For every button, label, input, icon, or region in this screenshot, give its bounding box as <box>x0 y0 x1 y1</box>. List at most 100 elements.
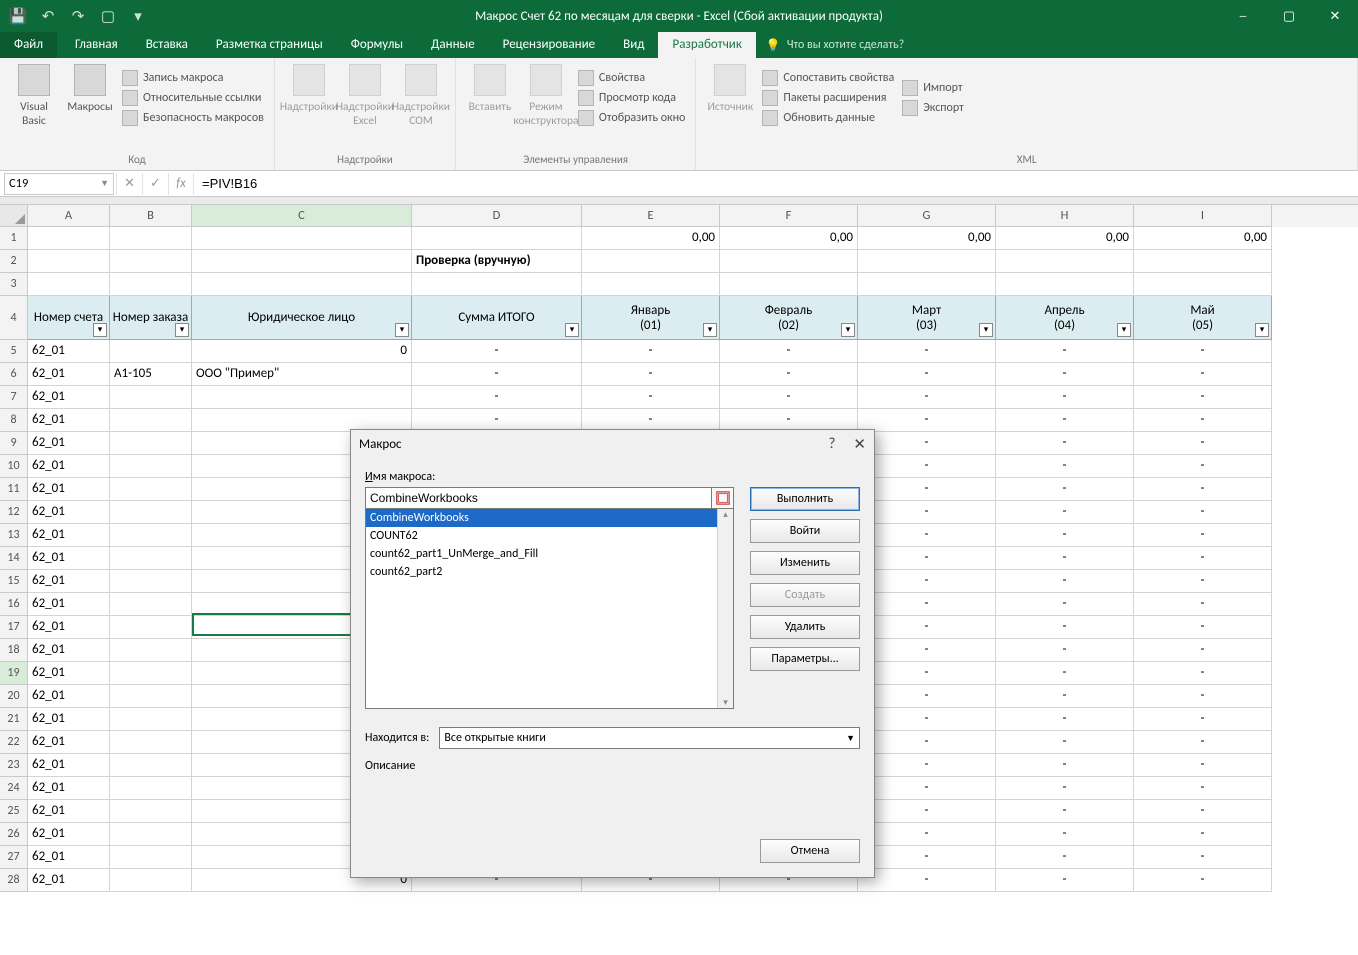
cell[interactable] <box>858 250 996 273</box>
rb-relative-refs[interactable]: Относительные ссылки <box>118 88 268 108</box>
cell[interactable]: - <box>858 754 996 777</box>
cell[interactable] <box>110 250 192 273</box>
cell[interactable]: 0,00 <box>720 227 858 250</box>
cell[interactable]: - <box>1134 846 1272 869</box>
rb-import[interactable]: Импорт <box>898 78 968 98</box>
cell[interactable] <box>110 616 192 639</box>
cell[interactable]: - <box>858 478 996 501</box>
cell[interactable]: - <box>858 363 996 386</box>
cell[interactable]: - <box>858 708 996 731</box>
select-all-corner[interactable] <box>0 205 28 227</box>
dialog-close[interactable]: ✕ <box>853 435 866 454</box>
rb-design-mode[interactable]: Режим конструктора <box>518 62 574 128</box>
cell[interactable] <box>996 250 1134 273</box>
cell[interactable]: - <box>582 386 720 409</box>
cell[interactable]: - <box>996 754 1134 777</box>
tab-Разметка страницы[interactable]: Разметка страницы <box>202 32 337 58</box>
cell[interactable] <box>110 501 192 524</box>
cell[interactable]: - <box>1134 662 1272 685</box>
cell[interactable] <box>110 432 192 455</box>
tab-Вставка[interactable]: Вставка <box>132 32 202 58</box>
fx-icon[interactable]: fx <box>168 173 194 195</box>
table-header[interactable]: Номер счета▾ <box>28 296 110 340</box>
cell[interactable]: 0,00 <box>996 227 1134 250</box>
cell[interactable]: - <box>412 386 582 409</box>
cell[interactable]: 62_01 <box>28 662 110 685</box>
cell[interactable]: 62_01 <box>28 846 110 869</box>
options-button[interactable]: Параметры... <box>750 647 860 671</box>
cell[interactable] <box>110 340 192 363</box>
cell[interactable]: 0,00 <box>858 227 996 250</box>
cell[interactable]: - <box>858 823 996 846</box>
cell[interactable]: - <box>858 846 996 869</box>
row-head[interactable]: 5 <box>0 340 28 363</box>
cell[interactable]: 62_01 <box>28 708 110 731</box>
cell[interactable]: 62_01 <box>28 524 110 547</box>
cell[interactable]: 62_01 <box>28 731 110 754</box>
cell[interactable]: - <box>996 593 1134 616</box>
row-head[interactable]: 14 <box>0 547 28 570</box>
qa-more[interactable]: ▾ <box>126 4 150 28</box>
table-header[interactable]: Юридическое лицо▾ <box>192 296 412 340</box>
col-head-B[interactable]: B <box>110 205 192 227</box>
cell[interactable]: - <box>858 731 996 754</box>
cell[interactable]: - <box>858 455 996 478</box>
macro-list-item[interactable]: count62_part2 <box>366 563 733 581</box>
cell[interactable]: - <box>858 570 996 593</box>
cell[interactable]: 62_01 <box>28 432 110 455</box>
filter-icon[interactable]: ▾ <box>395 323 409 337</box>
rb-record-macro[interactable]: Запись макроса <box>118 68 268 88</box>
cell[interactable] <box>1134 273 1272 296</box>
cell[interactable]: - <box>1134 754 1272 777</box>
filter-icon[interactable]: ▾ <box>703 323 717 337</box>
cell[interactable] <box>1134 250 1272 273</box>
rb-properties[interactable]: Свойства <box>574 68 689 88</box>
rb-com-addins[interactable]: Надстройки COM <box>393 62 449 128</box>
cell[interactable] <box>858 273 996 296</box>
list-scrollbar[interactable]: ▴▾ <box>717 509 733 708</box>
cell[interactable]: - <box>582 363 720 386</box>
fx-cancel[interactable]: ✕ <box>116 173 142 195</box>
dialog-help[interactable]: ? <box>828 435 835 454</box>
row-head[interactable]: 12 <box>0 501 28 524</box>
win-max[interactable]: ▢ <box>1266 0 1312 32</box>
table-header[interactable]: Март(03)▾ <box>858 296 996 340</box>
rb-source[interactable]: Источник <box>702 62 758 114</box>
rb-export[interactable]: Экспорт <box>898 98 968 118</box>
cell[interactable]: 62_01 <box>28 823 110 846</box>
cell[interactable]: 62_01 <box>28 869 110 892</box>
cell[interactable]: - <box>858 409 996 432</box>
rb-excel-addins[interactable]: Надстройки Excel <box>337 62 393 128</box>
cell[interactable] <box>192 227 412 250</box>
tab-Вид[interactable]: Вид <box>609 32 658 58</box>
row-head[interactable]: 15 <box>0 570 28 593</box>
qa-new[interactable]: ▢ <box>96 4 120 28</box>
cell[interactable] <box>110 708 192 731</box>
row-head[interactable]: 19 <box>0 662 28 685</box>
cell[interactable]: 0 <box>192 340 412 363</box>
cell[interactable] <box>192 250 412 273</box>
cell[interactable] <box>110 800 192 823</box>
row-head[interactable]: 24 <box>0 777 28 800</box>
run-button[interactable]: Выполнить <box>750 487 860 511</box>
qa-redo[interactable]: ↷ <box>66 4 90 28</box>
cell[interactable]: - <box>996 616 1134 639</box>
cell[interactable]: - <box>996 800 1134 823</box>
cell[interactable]: 62_01 <box>28 685 110 708</box>
qa-undo[interactable]: ↶ <box>36 4 60 28</box>
row-head[interactable]: 13 <box>0 524 28 547</box>
cell[interactable] <box>110 547 192 570</box>
tab-Рецензирование[interactable]: Рецензирование <box>489 32 609 58</box>
tell-me[interactable]: 💡Что вы хотите сделать? <box>766 32 904 58</box>
cell[interactable]: 62_01 <box>28 501 110 524</box>
rb-addins[interactable]: Надстройки <box>281 62 337 114</box>
cell[interactable]: - <box>996 846 1134 869</box>
cell[interactable]: 62_01 <box>28 455 110 478</box>
cell[interactable] <box>110 273 192 296</box>
cell[interactable]: - <box>720 386 858 409</box>
cell[interactable]: 62_01 <box>28 616 110 639</box>
rb-visual-basic[interactable]: Visual Basic <box>6 62 62 128</box>
tab-Главная[interactable]: Главная <box>61 32 132 58</box>
cell[interactable]: - <box>996 501 1134 524</box>
edit-button[interactable]: Изменить <box>750 551 860 575</box>
